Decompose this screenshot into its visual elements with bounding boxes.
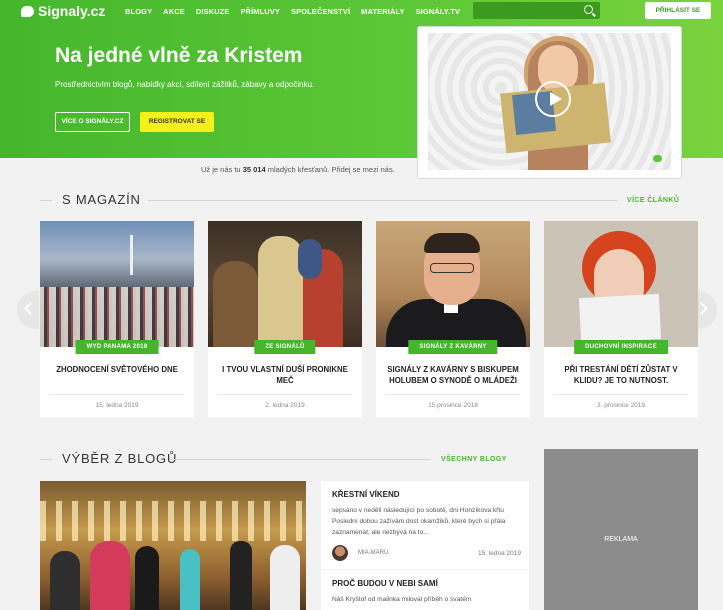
image-dancer bbox=[180, 549, 200, 610]
chevron-left-icon bbox=[24, 302, 37, 315]
intro-video[interactable] bbox=[417, 26, 682, 179]
image-dancer bbox=[230, 541, 252, 610]
logo-text: Signaly.cz bbox=[38, 3, 106, 19]
hero-subtitle: Prostřednictvím blogů, nabídky akcí, sdí… bbox=[55, 80, 315, 89]
article-image bbox=[40, 221, 194, 347]
count-suffix: mladých křesťanů. Přidej se mezi nás. bbox=[267, 165, 395, 174]
blog-post-card[interactable]: PROČ BUDOU V NEBI SAMÍ Náš Kryštof od ma… bbox=[321, 570, 529, 610]
all-blogs-link[interactable]: VŠECHNY BLOGY bbox=[441, 456, 507, 463]
article-date: 3. prosince 2019 bbox=[596, 402, 646, 409]
nav-item-signaly-tv[interactable]: SIGNÁLY.TV bbox=[416, 7, 460, 16]
chat-bubble-icon bbox=[21, 5, 34, 17]
blog-post-card[interactable]: KŘESTNÍ VÍKEND sepsáno v neděli následuj… bbox=[321, 481, 529, 569]
play-icon[interactable] bbox=[535, 81, 571, 117]
nav-item-materialy[interactable]: MATERIÁLY bbox=[361, 7, 404, 16]
divider bbox=[40, 200, 52, 201]
image-lights bbox=[40, 501, 306, 541]
article-image bbox=[376, 221, 530, 347]
carousel-prev-button[interactable] bbox=[17, 291, 39, 329]
nav-item-primluvy[interactable]: PŘÍMLUVY bbox=[240, 7, 280, 16]
divider bbox=[172, 459, 430, 460]
magazine-title: S MAGAZÍN bbox=[62, 192, 141, 207]
divider bbox=[386, 394, 520, 395]
search-box bbox=[473, 2, 600, 21]
image-dancer bbox=[135, 546, 159, 610]
about-button[interactable]: VÍCE O SIGNÁLY.CZ bbox=[55, 112, 130, 132]
carousel-next-button[interactable] bbox=[695, 291, 717, 329]
portrait-hair bbox=[424, 233, 480, 253]
article-date: 15. ledna 2019 bbox=[95, 402, 139, 409]
image-crowd bbox=[40, 287, 194, 347]
nav-item-spolecenstvi[interactable]: SPOLEČENSTVÍ bbox=[291, 7, 350, 16]
article-title[interactable]: PŘI TRESTÁNÍ DĚTÍ ZŮSTAT V KLIDU? JE TO … bbox=[552, 364, 690, 386]
blogs-title: VÝBĚR Z BLOGŮ bbox=[62, 451, 178, 466]
featured-blog-image[interactable] bbox=[40, 481, 306, 610]
category-badge[interactable]: WYD PANAMA 2019 bbox=[75, 340, 159, 354]
divider bbox=[148, 200, 618, 201]
divider bbox=[218, 394, 352, 395]
chat-bubble-icon bbox=[653, 155, 662, 162]
post-title[interactable]: PROČ BUDOU V NEBI SAMÍ bbox=[332, 579, 438, 588]
article-date: 15.prosince 2018 bbox=[428, 402, 478, 409]
article-title[interactable]: SIGNÁLY Z KAVÁRNY S BISKUPEM HOLUBEM O S… bbox=[384, 364, 522, 386]
nav-item-blogy[interactable]: BLOGY bbox=[125, 7, 152, 16]
divider bbox=[50, 394, 184, 395]
article-image bbox=[544, 221, 698, 347]
member-count: Už je nás tu 35 014 mladých křesťanů. Př… bbox=[201, 165, 395, 174]
ad-label: REKLAMA bbox=[604, 536, 638, 543]
portrait-paper bbox=[578, 293, 662, 344]
portrait-glasses bbox=[430, 263, 474, 273]
article-image bbox=[208, 221, 362, 347]
more-articles-link[interactable]: VÍCE ČLÁNKŮ bbox=[627, 197, 679, 204]
image-cross bbox=[130, 235, 133, 275]
article-card[interactable]: WYD PANAMA 2019 ZHODNOCENÍ SVĚTOVÉHO DNE… bbox=[40, 221, 194, 417]
image-dancer bbox=[90, 541, 130, 610]
image-dancer bbox=[270, 545, 300, 610]
post-excerpt: sepsáno v neděli následující po sobotě, … bbox=[332, 507, 506, 536]
painting-figure bbox=[298, 239, 322, 279]
painting-figure bbox=[258, 236, 303, 346]
register-button[interactable]: REGISTROVAT SE bbox=[140, 112, 214, 132]
article-card[interactable]: SIGNÁLY Z KAVÁRNY SIGNÁLY Z KAVÁRNY S BI… bbox=[376, 221, 530, 417]
post-title[interactable]: KŘESTNÍ VÍKEND bbox=[332, 490, 400, 499]
avatar[interactable] bbox=[332, 545, 348, 561]
category-badge[interactable]: SIGNÁLY Z KAVÁRNY bbox=[408, 340, 498, 354]
post-excerpt: Náš Kryštof od malinka miloval příběh o … bbox=[332, 596, 472, 603]
article-date: 2. ledna 2019 bbox=[265, 402, 305, 409]
divider bbox=[40, 459, 52, 460]
search-input[interactable] bbox=[473, 4, 578, 21]
nav-item-akce[interactable]: AKCE bbox=[163, 7, 185, 16]
post-date: 15. ledna 2019 bbox=[477, 550, 521, 557]
article-title[interactable]: I TVOU VLASTNÍ DUŠÍ PRONIKNE MEČ bbox=[216, 364, 354, 386]
login-button[interactable]: PŘIHLÁSIT SE bbox=[645, 2, 711, 19]
article-card[interactable]: DUCHOVNÍ INSPIRACE PŘI TRESTÁNÍ DĚTÍ ZŮS… bbox=[544, 221, 698, 417]
search-icon[interactable] bbox=[584, 5, 593, 14]
count-prefix: Už je nás tu bbox=[201, 165, 241, 174]
divider bbox=[554, 394, 688, 395]
logo[interactable]: Signaly.cz bbox=[21, 3, 105, 19]
category-badge[interactable]: DUCHOVNÍ INSPIRACE bbox=[574, 340, 668, 354]
main-nav: BLOGY AKCE DISKUZE PŘÍMLUVY SPOLEČENSTVÍ… bbox=[125, 7, 471, 16]
nav-item-diskuze[interactable]: DISKUZE bbox=[196, 7, 230, 16]
article-card[interactable]: ZE SIGNÁLŮ I TVOU VLASTNÍ DUŠÍ PRONIKNE … bbox=[208, 221, 362, 417]
count-value: 35 014 bbox=[242, 165, 266, 174]
article-title[interactable]: ZHODNOCENÍ SVĚTOVÉHO DNE bbox=[48, 364, 186, 375]
hero-title: Na jedné vlně za Kristem bbox=[55, 44, 303, 67]
painting-figure bbox=[213, 261, 258, 347]
video-thumbnail bbox=[428, 33, 671, 170]
category-badge[interactable]: ZE SIGNÁLŮ bbox=[254, 340, 316, 354]
post-author[interactable]: MIA-MARU bbox=[358, 550, 388, 556]
ad-placeholder[interactable]: REKLAMA bbox=[544, 449, 698, 610]
image-dancer bbox=[50, 551, 80, 610]
